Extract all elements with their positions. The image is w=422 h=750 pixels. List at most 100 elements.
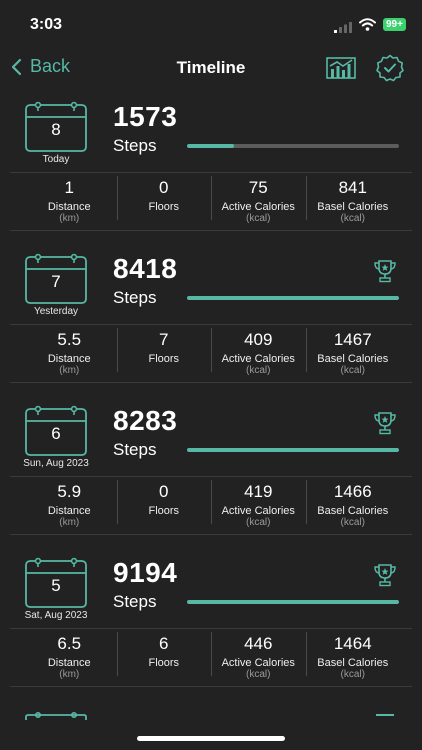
stat-name: Floors bbox=[148, 505, 180, 517]
stat-item: 7 Floors bbox=[116, 326, 212, 382]
stat-unit: (km) bbox=[59, 365, 80, 376]
steps-progress-fill bbox=[187, 448, 399, 452]
battery-indicator: 99+ bbox=[383, 18, 406, 31]
stat-unit: (km) bbox=[59, 213, 80, 224]
stat-value: 5.5 bbox=[57, 330, 82, 349]
stats-row: 5.5 Distance (km) 7 Floors 409 Active Ca… bbox=[22, 326, 400, 382]
stat-item: 0 Floors bbox=[116, 174, 212, 230]
calendar-icon bbox=[25, 711, 87, 720]
stat-unit: (kcal) bbox=[246, 365, 271, 376]
stat-value: 446 bbox=[244, 634, 273, 653]
divider bbox=[10, 230, 412, 231]
stat-value: 6.5 bbox=[57, 634, 82, 653]
day-number: 7 bbox=[51, 272, 61, 291]
stat-item: 0 Floors bbox=[116, 478, 212, 534]
day-label: Yesterday bbox=[33, 306, 79, 317]
stat-name: Active Calories bbox=[221, 505, 295, 517]
trophy-icon bbox=[372, 410, 398, 441]
stat-unit: (kcal) bbox=[340, 213, 365, 224]
stat-item: 6 Floors bbox=[116, 630, 212, 686]
stat-item: 5.5 Distance (km) bbox=[22, 326, 117, 382]
stat-name: Basel Calories bbox=[317, 353, 389, 365]
steps-progress-fill bbox=[187, 600, 399, 604]
stat-name: Distance bbox=[47, 657, 91, 669]
divider bbox=[10, 628, 412, 629]
day-label: Today bbox=[42, 154, 70, 165]
stats-row: 5.9 Distance (km) 0 Floors 419 Active Ca… bbox=[22, 478, 400, 534]
chart-button[interactable] bbox=[326, 56, 356, 85]
stat-name: Floors bbox=[148, 657, 180, 669]
day-label: Sun, Aug 2023 bbox=[23, 458, 89, 469]
stat-item: 409 Active Calories (kcal) bbox=[211, 326, 306, 382]
stat-item: 75 Active Calories (kcal) bbox=[211, 174, 306, 230]
steps-progress-fill bbox=[187, 144, 234, 148]
trophy-icon bbox=[376, 714, 394, 716]
stat-item: 1464 Basel Calories (kcal) bbox=[305, 630, 401, 686]
day-card[interactable]: 7 Yesterday 8418 Steps 5.5 Distance (km) 7 … bbox=[0, 252, 422, 384]
day-card[interactable]: 5 Sat, Aug 2023 9194 Steps 6.5 Distance (km… bbox=[0, 556, 422, 688]
stat-value: 841 bbox=[338, 178, 367, 197]
chart-icon bbox=[326, 57, 356, 79]
steps-label: Steps bbox=[113, 592, 157, 611]
steps-count: 8418 bbox=[113, 253, 178, 284]
stat-unit: (kcal) bbox=[340, 517, 365, 528]
stat-value: 419 bbox=[244, 482, 273, 501]
cellular-signal-icon bbox=[334, 20, 352, 38]
stat-item: 446 Active Calories (kcal) bbox=[211, 630, 306, 686]
stat-name: Active Calories bbox=[221, 201, 295, 213]
stat-name: Basel Calories bbox=[317, 201, 389, 213]
steps-label: Steps bbox=[113, 288, 157, 307]
stat-value: 1466 bbox=[333, 482, 372, 501]
calendar-date: 6 bbox=[24, 404, 88, 458]
divider bbox=[10, 172, 412, 173]
page-title: Timeline bbox=[176, 58, 246, 77]
status-bar: 3:03 99+ bbox=[0, 0, 422, 46]
day-number: 5 bbox=[51, 576, 61, 595]
stat-item: 6.5 Distance (km) bbox=[22, 630, 117, 686]
steps-count: 1573 bbox=[113, 101, 178, 132]
steps-count: 9194 bbox=[113, 557, 178, 588]
stat-unit: (kcal) bbox=[246, 213, 271, 224]
status-time: 3:03 bbox=[30, 16, 63, 33]
stat-name: Basel Calories bbox=[317, 505, 389, 517]
stat-value: 5.9 bbox=[57, 482, 82, 501]
calendar-date: 8 bbox=[24, 100, 88, 154]
divider bbox=[10, 534, 412, 535]
stat-unit: (km) bbox=[59, 517, 80, 528]
verified-badge-icon bbox=[376, 54, 404, 82]
home-indicator bbox=[137, 736, 285, 741]
stat-value: 0 bbox=[159, 482, 169, 501]
stat-value: 7 bbox=[159, 330, 169, 349]
divider bbox=[10, 324, 412, 325]
stat-item: 1467 Basel Calories (kcal) bbox=[305, 326, 401, 382]
day-number: 8 bbox=[51, 120, 61, 139]
stat-item: 1466 Basel Calories (kcal) bbox=[305, 478, 401, 534]
steps-progress-fill bbox=[187, 296, 399, 300]
stat-item: 5.9 Distance (km) bbox=[22, 478, 117, 534]
steps-label: Steps bbox=[113, 440, 157, 459]
calendar-date: 5 bbox=[24, 556, 88, 610]
stat-value: 409 bbox=[244, 330, 273, 349]
stat-unit: (kcal) bbox=[340, 365, 365, 376]
stat-item: 1 Distance (km) bbox=[22, 174, 117, 230]
stat-name: Basel Calories bbox=[317, 657, 389, 669]
stat-unit: (kcal) bbox=[340, 669, 365, 680]
day-card[interactable]: 8 Today 1573 Steps 1 Distance (km) 0 Floors… bbox=[0, 100, 422, 232]
day-card[interactable]: 6 Sun, Aug 2023 8283 Steps 5.9 Distance (km… bbox=[0, 404, 422, 536]
stats-row: 1 Distance (km) 0 Floors 75 Active Calor… bbox=[22, 174, 400, 230]
steps-count: 8283 bbox=[113, 405, 178, 436]
achievements-button[interactable] bbox=[376, 54, 404, 87]
stat-name: Distance bbox=[47, 353, 91, 365]
steps-label: Steps bbox=[113, 136, 157, 155]
stat-unit: (kcal) bbox=[246, 669, 271, 680]
stat-value: 1467 bbox=[333, 330, 372, 349]
stat-value: 1464 bbox=[333, 634, 372, 653]
stat-name: Floors bbox=[148, 201, 180, 213]
stat-item: 841 Basel Calories (kcal) bbox=[305, 174, 401, 230]
wifi-icon bbox=[359, 18, 376, 36]
stat-name: Active Calories bbox=[221, 657, 295, 669]
steps-progress-bar bbox=[187, 448, 399, 452]
stat-name: Active Calories bbox=[221, 353, 295, 365]
steps-progress-bar bbox=[187, 296, 399, 300]
stat-name: Distance bbox=[47, 201, 91, 213]
